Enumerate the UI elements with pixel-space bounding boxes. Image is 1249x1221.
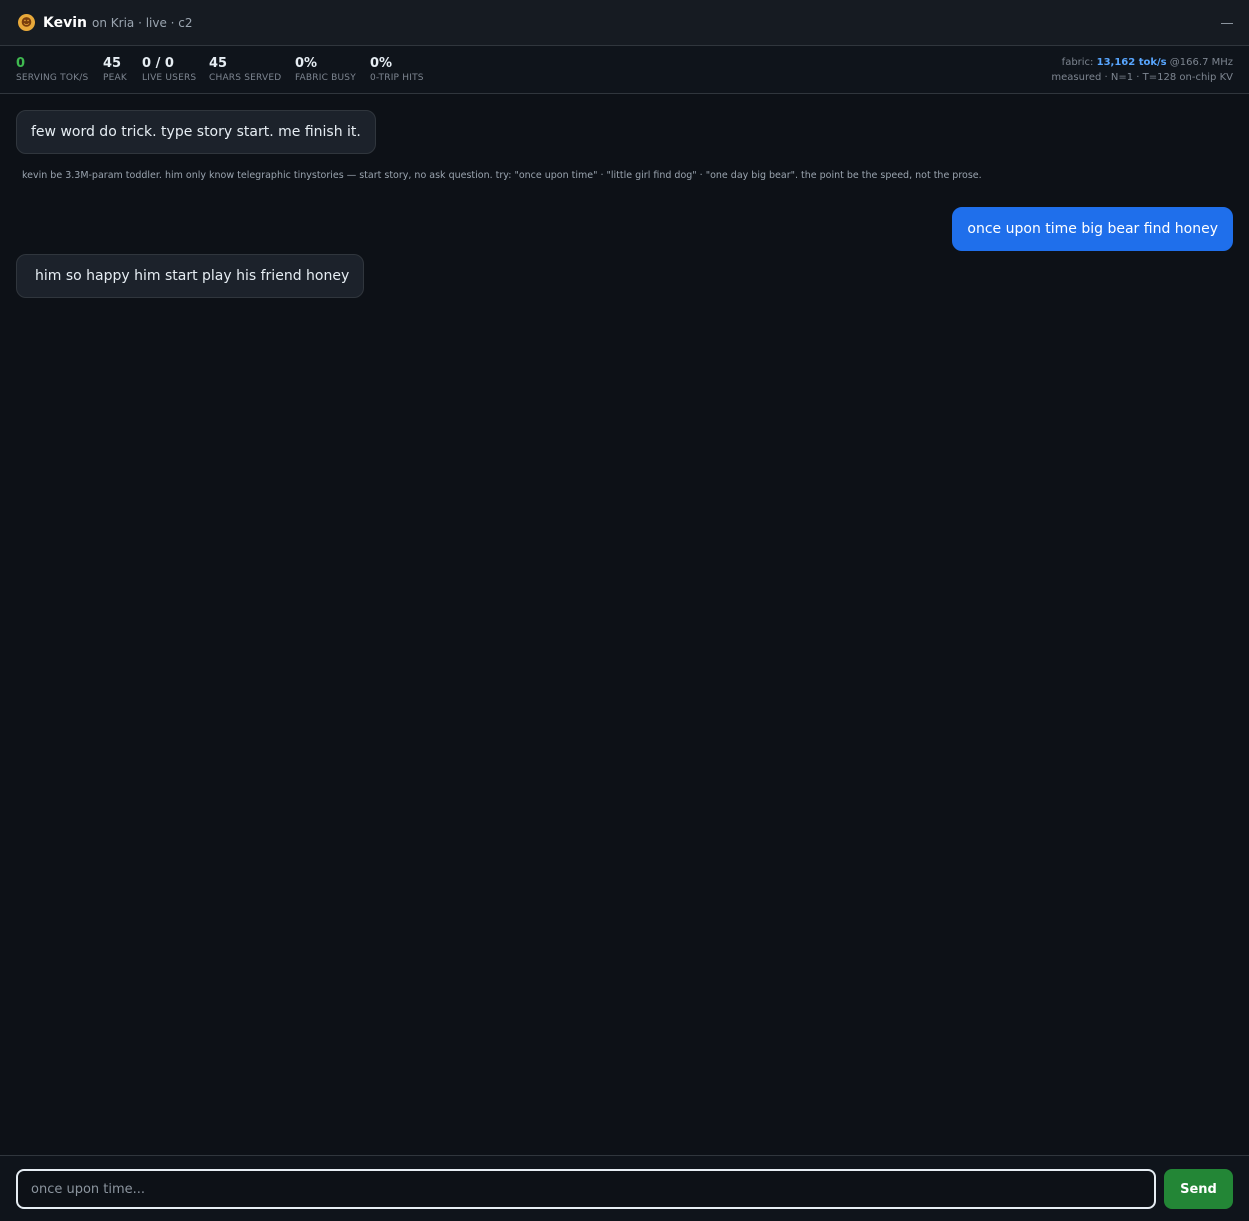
bot-subtitle: on Kria · live · c2 xyxy=(92,15,193,30)
fabric-info: fabric: 13,162 tok/s @166.7 MHz measured… xyxy=(1051,55,1233,85)
fabric-clock: @166.7 MHz xyxy=(1169,57,1233,68)
fabric-rate: 13,162 tok/s xyxy=(1096,57,1167,68)
send-button[interactable]: Send xyxy=(1164,1169,1233,1209)
stat-label: FABRIC BUSY xyxy=(295,73,356,83)
fabric-line-2: measured · N=1 · T=128 on-chip KV xyxy=(1051,72,1233,83)
toddler-face-icon: ☻ xyxy=(18,14,35,31)
stat-peak: 45 PEAK xyxy=(103,56,127,84)
stat-label: CHARS SERVED xyxy=(209,73,282,83)
stat-serving: 0 SERVING TOK/S xyxy=(16,56,88,84)
fabric-line-1: fabric: 13,162 tok/s @166.7 MHz xyxy=(1051,55,1233,70)
stat-label: 0-TRIP HITS xyxy=(370,73,424,83)
stat-value: 0% xyxy=(370,56,393,71)
stat-label: PEAK xyxy=(103,73,127,83)
chat-area: few word do trick. type story start. me … xyxy=(0,94,1249,1155)
bot-message: him so happy him start play his friend h… xyxy=(16,254,365,298)
user-message: once upon time big bear find honey xyxy=(952,207,1233,251)
bot-name: Kevin xyxy=(43,14,87,31)
message-input[interactable] xyxy=(16,1169,1156,1209)
fabric-prefix: fabric: xyxy=(1061,57,1094,68)
stat-label: LIVE USERS xyxy=(142,73,197,83)
stat-0-trip-hits: 0% 0-TRIP HITS xyxy=(370,56,424,84)
stat-value: 45 xyxy=(209,56,228,71)
stat-chars-served: 45 CHARS SERVED xyxy=(209,56,281,84)
minimize-icon[interactable] xyxy=(1221,14,1233,24)
top-bar: ☻ Kevin on Kria · live · c2 xyxy=(0,0,1249,46)
stat-value: 45 xyxy=(103,56,122,71)
usage-hint: kevin be 3.3M-param toddler. him only kn… xyxy=(22,170,982,181)
stat-value: 0 / 0 xyxy=(142,56,174,71)
stat-live-users: 0 / 0 LIVE USERS xyxy=(142,56,196,84)
stats-bar: 0 SERVING TOK/S 45 PEAK 0 / 0 LIVE USERS… xyxy=(0,46,1249,94)
stat-value: 0 xyxy=(16,56,26,71)
bot-message: few word do trick. type story start. me … xyxy=(16,110,376,154)
stat-fabric-busy: 0% FABRIC BUSY xyxy=(295,56,356,84)
stat-label: SERVING TOK/S xyxy=(16,73,89,83)
stat-value: 0% xyxy=(295,56,318,71)
composer: Send xyxy=(0,1155,1249,1221)
